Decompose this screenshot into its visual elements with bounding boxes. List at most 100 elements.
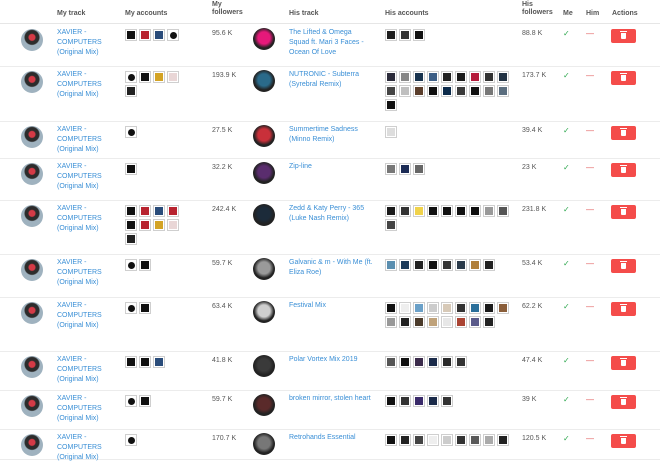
my-track-link[interactable]: XAVIER - COMPUTERS (Original Mix): [57, 355, 109, 385]
account-icon[interactable]: [399, 71, 411, 83]
account-icon[interactable]: [427, 316, 439, 328]
account-icon[interactable]: [441, 85, 453, 97]
account-icon[interactable]: [385, 126, 397, 138]
account-icon[interactable]: [399, 395, 411, 407]
his-track-link[interactable]: Summertime Sadness (Minno Remix): [289, 125, 373, 145]
account-icon[interactable]: [125, 85, 137, 97]
account-icon[interactable]: [455, 205, 467, 217]
account-icon[interactable]: [455, 85, 467, 97]
account-icon[interactable]: [139, 259, 151, 271]
account-icon[interactable]: [125, 126, 137, 138]
account-icon[interactable]: [385, 99, 397, 111]
account-icon[interactable]: [385, 71, 397, 83]
my-track-link[interactable]: XAVIER - COMPUTERS (Original Mix): [57, 258, 109, 288]
account-icon[interactable]: [385, 29, 397, 41]
account-icon[interactable]: [139, 205, 151, 217]
account-icon[interactable]: [125, 163, 137, 175]
delete-button[interactable]: [611, 395, 636, 409]
account-icon[interactable]: [153, 205, 165, 217]
account-icon[interactable]: [483, 85, 495, 97]
account-icon[interactable]: [441, 71, 453, 83]
account-icon[interactable]: [139, 395, 151, 407]
account-icon[interactable]: [385, 434, 397, 446]
account-icon[interactable]: [427, 434, 439, 446]
account-icon[interactable]: [469, 205, 481, 217]
account-icon[interactable]: [139, 71, 151, 83]
account-icon[interactable]: [385, 356, 397, 368]
account-icon[interactable]: [469, 259, 481, 271]
account-icon[interactable]: [399, 316, 411, 328]
account-icon[interactable]: [413, 85, 425, 97]
account-icon[interactable]: [399, 356, 411, 368]
account-icon[interactable]: [167, 219, 179, 231]
account-icon[interactable]: [483, 434, 495, 446]
account-icon[interactable]: [441, 395, 453, 407]
account-icon[interactable]: [125, 302, 137, 314]
account-icon[interactable]: [399, 85, 411, 97]
account-icon[interactable]: [385, 316, 397, 328]
account-icon[interactable]: [125, 219, 137, 231]
account-icon[interactable]: [125, 205, 137, 217]
my-track-link[interactable]: XAVIER - COMPUTERS (Original Mix): [57, 162, 109, 192]
account-icon[interactable]: [483, 302, 495, 314]
his-track-link[interactable]: NUTRONIC - Subterra (Syrebral Remix): [289, 70, 373, 90]
my-track-link[interactable]: XAVIER - COMPUTERS (Original Mix): [57, 125, 109, 155]
account-icon[interactable]: [469, 302, 481, 314]
his-track-link[interactable]: Polar Vortex Mix 2019: [289, 355, 373, 365]
delete-button[interactable]: [611, 29, 636, 43]
account-icon[interactable]: [413, 356, 425, 368]
account-icon[interactable]: [441, 316, 453, 328]
his-track-link[interactable]: broken mirror, stolen heart: [289, 394, 373, 404]
account-icon[interactable]: [125, 356, 137, 368]
delete-button[interactable]: [611, 302, 636, 316]
account-icon[interactable]: [399, 259, 411, 271]
account-icon[interactable]: [469, 316, 481, 328]
account-icon[interactable]: [167, 29, 179, 41]
account-icon[interactable]: [413, 316, 425, 328]
my-track-link[interactable]: XAVIER - COMPUTERS (Original Mix): [57, 433, 109, 463]
account-icon[interactable]: [167, 71, 179, 83]
account-icon[interactable]: [385, 302, 397, 314]
account-icon[interactable]: [167, 205, 179, 217]
account-icon[interactable]: [125, 395, 137, 407]
delete-button[interactable]: [611, 126, 636, 140]
account-icon[interactable]: [441, 302, 453, 314]
my-track-link[interactable]: XAVIER - COMPUTERS (Original Mix): [57, 394, 109, 424]
account-icon[interactable]: [153, 71, 165, 83]
account-icon[interactable]: [139, 356, 151, 368]
account-icon[interactable]: [153, 219, 165, 231]
account-icon[interactable]: [125, 233, 137, 245]
delete-button[interactable]: [611, 71, 636, 85]
account-icon[interactable]: [413, 395, 425, 407]
account-icon[interactable]: [413, 259, 425, 271]
account-icon[interactable]: [455, 302, 467, 314]
account-icon[interactable]: [497, 205, 509, 217]
account-icon[interactable]: [427, 395, 439, 407]
account-icon[interactable]: [483, 316, 495, 328]
account-icon[interactable]: [427, 205, 439, 217]
account-icon[interactable]: [455, 259, 467, 271]
account-icon[interactable]: [385, 163, 397, 175]
delete-button[interactable]: [611, 205, 636, 219]
account-icon[interactable]: [413, 302, 425, 314]
his-track-link[interactable]: Festival Mix: [289, 301, 373, 311]
account-icon[interactable]: [139, 302, 151, 314]
account-icon[interactable]: [427, 356, 439, 368]
account-icon[interactable]: [455, 71, 467, 83]
account-icon[interactable]: [399, 302, 411, 314]
account-icon[interactable]: [413, 434, 425, 446]
account-icon[interactable]: [385, 219, 397, 231]
my-track-link[interactable]: XAVIER - COMPUTERS (Original Mix): [57, 28, 109, 58]
account-icon[interactable]: [153, 356, 165, 368]
account-icon[interactable]: [153, 29, 165, 41]
my-track-link[interactable]: XAVIER - COMPUTERS (Original Mix): [57, 301, 109, 331]
account-icon[interactable]: [385, 395, 397, 407]
account-icon[interactable]: [399, 434, 411, 446]
his-track-link[interactable]: Galvanic & m - With Me (ft. Eliza Roe): [289, 258, 373, 278]
account-icon[interactable]: [385, 259, 397, 271]
account-icon[interactable]: [427, 259, 439, 271]
delete-button[interactable]: [611, 434, 636, 448]
my-track-link[interactable]: XAVIER - COMPUTERS (Original Mix): [57, 204, 109, 234]
account-icon[interactable]: [413, 205, 425, 217]
account-icon[interactable]: [497, 302, 509, 314]
